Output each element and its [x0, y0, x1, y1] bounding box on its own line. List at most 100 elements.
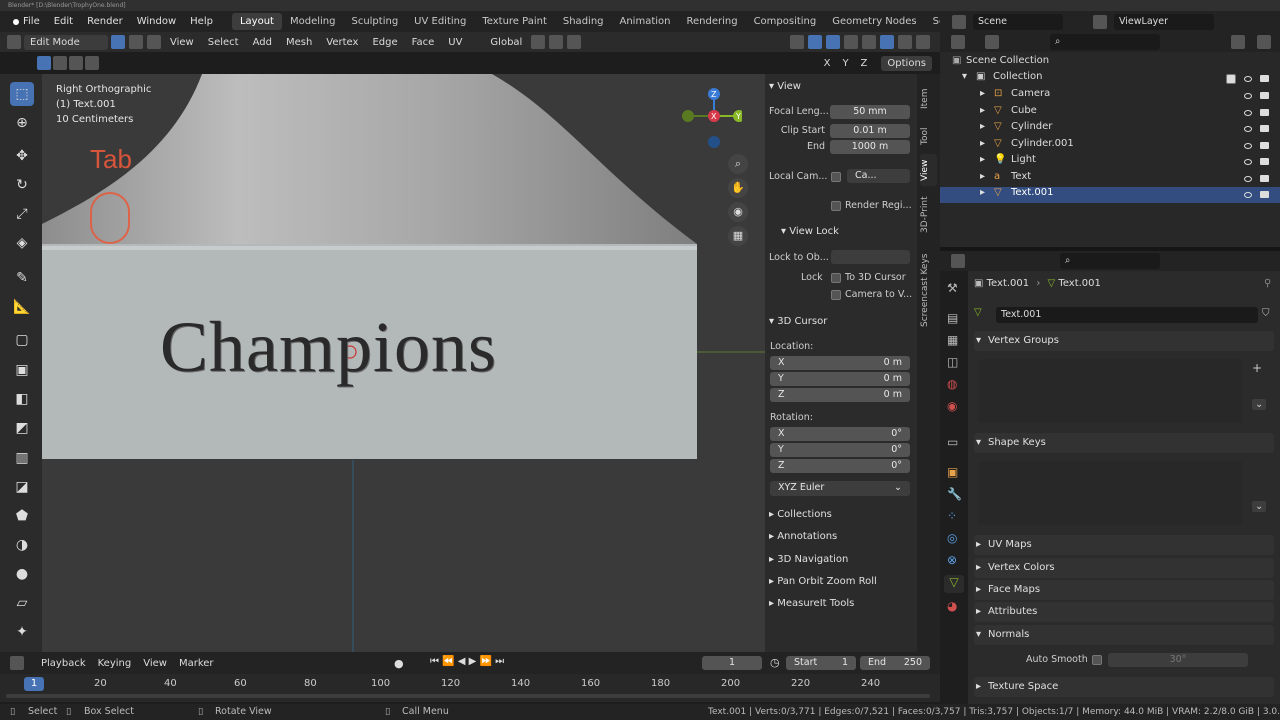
cursor-tool[interactable]: ⊕: [10, 111, 34, 135]
mirror-x-toggle[interactable]: X: [818, 56, 837, 71]
select-mode-invert-icon[interactable]: [85, 56, 99, 70]
record-keyframe-icon[interactable]: ●: [394, 657, 404, 670]
menu-select[interactable]: Select: [202, 35, 245, 50]
xray-icon[interactable]: [844, 35, 858, 49]
menu-uv[interactable]: UV: [442, 35, 468, 50]
mirror-y-toggle[interactable]: Y: [836, 56, 854, 71]
timeline-scrollbar[interactable]: [6, 694, 930, 698]
pivot-icon[interactable]: [531, 35, 546, 49]
pan-hand-icon[interactable]: ✋: [728, 178, 748, 198]
perspective-grid-icon[interactable]: ▦: [728, 226, 748, 246]
mode-dropdown[interactable]: Edit Mode: [24, 34, 108, 50]
edge-select-icon[interactable]: [129, 35, 143, 49]
rotation-z-field[interactable]: Z 0°: [770, 459, 910, 473]
focal-length-field[interactable]: 50 mm: [830, 105, 910, 119]
menu-face[interactable]: Face: [406, 35, 441, 50]
options-dropdown[interactable]: Options: [881, 55, 932, 71]
scene-icon[interactable]: [952, 14, 966, 29]
3d-navigation-header[interactable]: ▸ 3D Navigation: [769, 554, 913, 565]
pan-orbit-zoom-roll-header[interactable]: ▸ Pan Orbit Zoom Roll: [769, 576, 913, 587]
outliner-collection[interactable]: ▾ ▣ Collection: [940, 71, 1280, 87]
tab-animation[interactable]: Animation: [612, 13, 679, 30]
mesh-data-selector[interactable]: ▽ Text.001 ⛉: [974, 307, 1274, 323]
world-tab-icon[interactable]: ◉: [947, 399, 957, 413]
solid-shading-icon[interactable]: [880, 35, 894, 49]
location-x-field[interactable]: X 0 m: [770, 356, 910, 370]
orientation-dropdown[interactable]: Global: [484, 35, 528, 50]
outliner-item-light[interactable]: ▸ 💡 Light: [940, 154, 1280, 170]
outliner-item-cube[interactable]: ▸ ▽ Cube: [940, 105, 1280, 121]
menu-edge[interactable]: Edge: [366, 35, 403, 50]
outliner-item-cylinder[interactable]: ▸ ▽ Cylinder: [940, 121, 1280, 137]
annotations-header[interactable]: ▸ Annotations: [769, 531, 913, 542]
local-camera-checkbox[interactable]: [831, 172, 841, 182]
tab-texture-paint[interactable]: Texture Paint: [474, 13, 555, 30]
overlay-icon[interactable]: [826, 35, 840, 49]
tab-3d-print[interactable]: 3D-Print: [920, 190, 937, 240]
rendered-shading-icon[interactable]: [916, 35, 930, 49]
render-region-toggle[interactable]: Render Regi...: [831, 200, 912, 211]
poly-build-tool[interactable]: ⬟: [10, 504, 34, 528]
measure-tool[interactable]: 📐: [10, 295, 34, 319]
lock-to-cursor-toggle[interactable]: To 3D Cursor: [831, 272, 906, 283]
view-lock-header[interactable]: ▾ View Lock: [781, 226, 925, 237]
tab-geometry-nodes[interactable]: Geometry Nodes: [824, 13, 924, 30]
select-mode-new-icon[interactable]: [37, 56, 51, 70]
timeline-view-menu[interactable]: View: [137, 656, 173, 671]
navigation-gizmo[interactable]: Z Y X: [682, 88, 745, 152]
modifier-tab-icon[interactable]: 🔧: [947, 487, 962, 501]
outliner-item-camera[interactable]: ▸ ⊡ Camera: [940, 88, 1280, 104]
menu-mesh[interactable]: Mesh: [280, 35, 318, 50]
vertex-colors-header[interactable]: ▸ Vertex Colors: [974, 558, 1274, 578]
editor-type-icon[interactable]: [7, 35, 21, 49]
smooth-tool[interactable]: ●: [10, 562, 34, 586]
timeline[interactable]: 1 20 40 60 80 100 120 140 160 180 200 22…: [0, 674, 940, 702]
loop-cut-tool[interactable]: ▥: [10, 446, 34, 470]
extrude-tool[interactable]: ▣: [10, 358, 34, 382]
end-frame-field[interactable]: End 250: [860, 656, 930, 670]
snap-icon[interactable]: [549, 35, 564, 49]
playback-controls[interactable]: ⏮ ⏪ ◀ ▶ ⏩ ⏭: [430, 656, 504, 667]
clip-end-field[interactable]: 1000 m: [830, 140, 910, 154]
marker-menu[interactable]: Marker: [173, 656, 220, 671]
new-collection-icon[interactable]: [1257, 35, 1271, 49]
properties-search-input[interactable]: ⌕: [1060, 253, 1160, 269]
auto-smooth-angle-field[interactable]: 30°: [1108, 653, 1248, 667]
rip-tool[interactable]: ✦: [10, 620, 34, 644]
output-tab-icon[interactable]: ▦: [947, 333, 958, 347]
outliner-editor-icon[interactable]: [951, 35, 965, 49]
location-y-field[interactable]: Y 0 m: [770, 372, 910, 386]
shape-keys-header[interactable]: ▾ Shape Keys: [974, 433, 1274, 453]
outliner-item-cylinder-001[interactable]: ▸ ▽ Cylinder.001: [940, 138, 1280, 154]
render-tab-icon[interactable]: ▤: [947, 311, 958, 325]
camera-view-icon[interactable]: ◉: [728, 202, 748, 222]
select-mode-extend-icon[interactable]: [53, 56, 67, 70]
menu-render[interactable]: Render: [80, 16, 130, 27]
auto-smooth-checkbox[interactable]: [1092, 655, 1102, 665]
scale-tool[interactable]: ⤢: [10, 202, 34, 226]
tab-uv-editing[interactable]: UV Editing: [406, 13, 474, 30]
tab-sculpting[interactable]: Sculpting: [343, 13, 406, 30]
constraints-tab-icon[interactable]: ⊗: [947, 553, 957, 567]
texture-space-header[interactable]: ▸ Texture Space: [974, 677, 1274, 697]
pin-icon[interactable]: ⚲: [1264, 278, 1271, 289]
mesh-data-name-field[interactable]: Text.001: [996, 307, 1258, 323]
wireframe-shading-icon[interactable]: [862, 35, 876, 49]
playhead[interactable]: 1: [24, 677, 44, 691]
tab-screencast-keys[interactable]: Screencast Keys: [920, 244, 937, 336]
menu-add[interactable]: Add: [247, 35, 278, 50]
current-frame-field[interactable]: 1: [702, 656, 762, 670]
vertex-groups-header[interactable]: ▾ Vertex Groups: [974, 331, 1274, 351]
knife-tool[interactable]: ◪: [10, 475, 34, 499]
measureit-tools-header[interactable]: ▸ MeasureIt Tools: [769, 598, 913, 609]
annotate-tool[interactable]: ✎: [10, 266, 34, 290]
menu-file[interactable]: File: [16, 16, 47, 27]
view-layer-field[interactable]: ViewLayer: [1114, 13, 1214, 30]
bevel-tool[interactable]: ◩: [10, 416, 34, 440]
display-mode-icon[interactable]: [985, 35, 999, 49]
tab-modeling[interactable]: Modeling: [282, 13, 344, 30]
tab-layout[interactable]: Layout: [231, 13, 282, 30]
visibility-icon[interactable]: [790, 35, 804, 49]
shape-key-menu-button[interactable]: ⌄: [1252, 501, 1267, 512]
shear-tool[interactable]: ▱: [10, 591, 34, 615]
